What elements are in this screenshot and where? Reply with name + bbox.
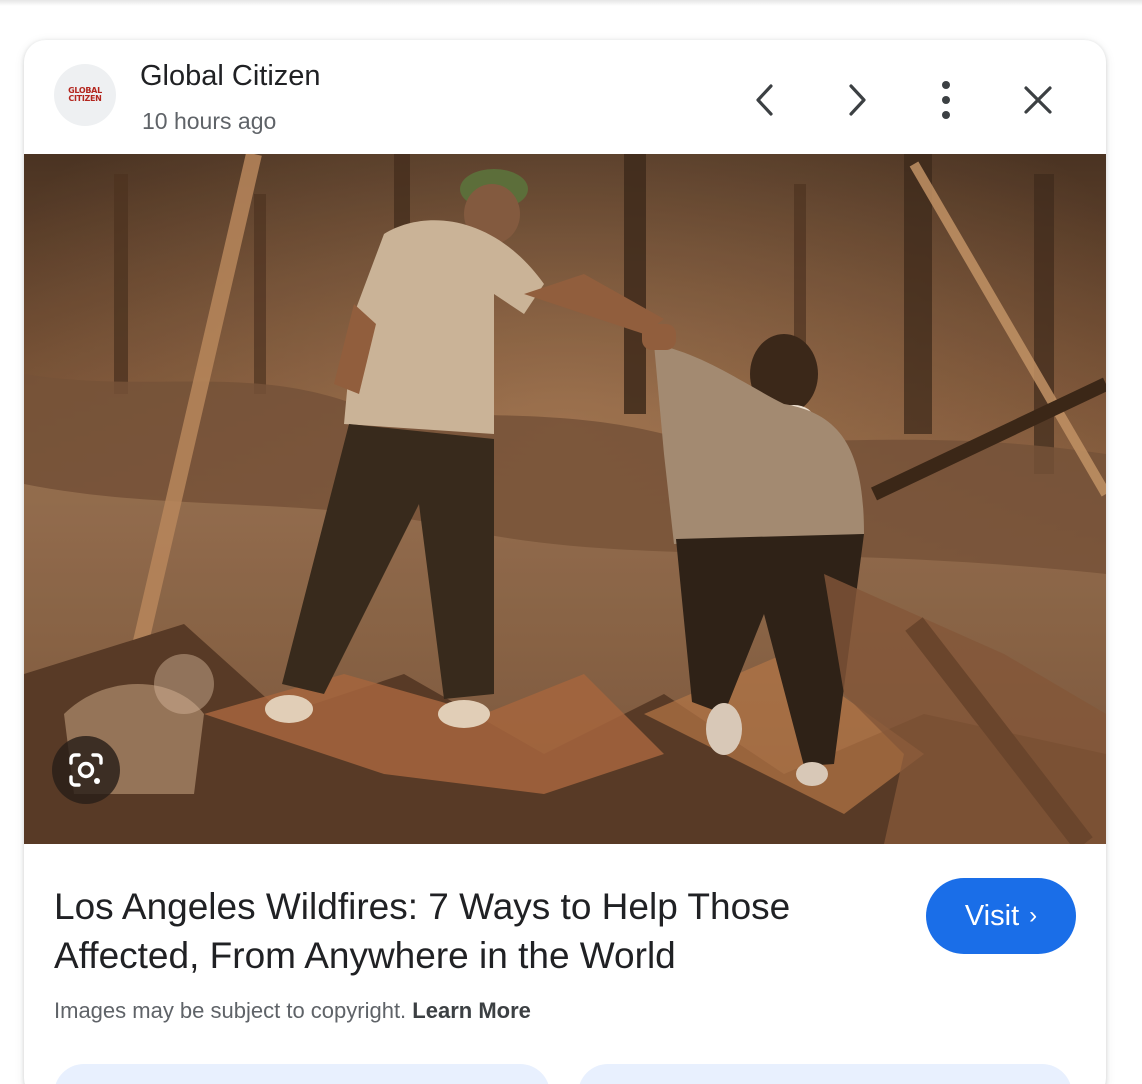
article-image[interactable] (24, 154, 1106, 844)
more-options-button[interactable] (918, 72, 974, 128)
action-chip-left[interactable] (54, 1064, 550, 1084)
source-logo-text: GLOBAL CITIZEN (68, 86, 102, 103)
viewer-header: GLOBAL CITIZEN Global Citizen 10 hours a… (24, 40, 1106, 154)
image-viewer-panel: GLOBAL CITIZEN Global Citizen 10 hours a… (24, 40, 1106, 1084)
close-button[interactable] (1010, 72, 1066, 128)
source-logo[interactable]: GLOBAL CITIZEN (54, 64, 116, 126)
lens-search-icon (69, 753, 103, 787)
visit-button[interactable]: Visit › (926, 878, 1076, 954)
top-edge-divider (0, 0, 1142, 6)
source-timestamp: 10 hours ago (142, 108, 277, 134)
source-name[interactable]: Global Citizen (140, 60, 321, 93)
previous-button[interactable] (737, 72, 793, 128)
learn-more-link[interactable]: Learn More (412, 998, 531, 1023)
copyright-text: Images may be subject to copyright. (54, 998, 407, 1023)
chevron-right-icon (849, 84, 866, 116)
chevron-right-small-icon: › (1029, 902, 1038, 929)
wildfire-photo (24, 154, 1106, 844)
chevron-left-icon (756, 84, 773, 116)
more-vertical-icon (942, 81, 950, 119)
action-chip-right[interactable] (578, 1064, 1072, 1084)
lens-search-button[interactable] (52, 736, 120, 804)
close-icon (1024, 86, 1052, 114)
article-title[interactable]: Los Angeles Wildfires: 7 Ways to Help Th… (54, 882, 874, 980)
copyright-notice: Images may be subject to copyright. Lear… (54, 998, 531, 1024)
visit-button-label: Visit (964, 899, 1020, 932)
next-button[interactable] (829, 72, 885, 128)
